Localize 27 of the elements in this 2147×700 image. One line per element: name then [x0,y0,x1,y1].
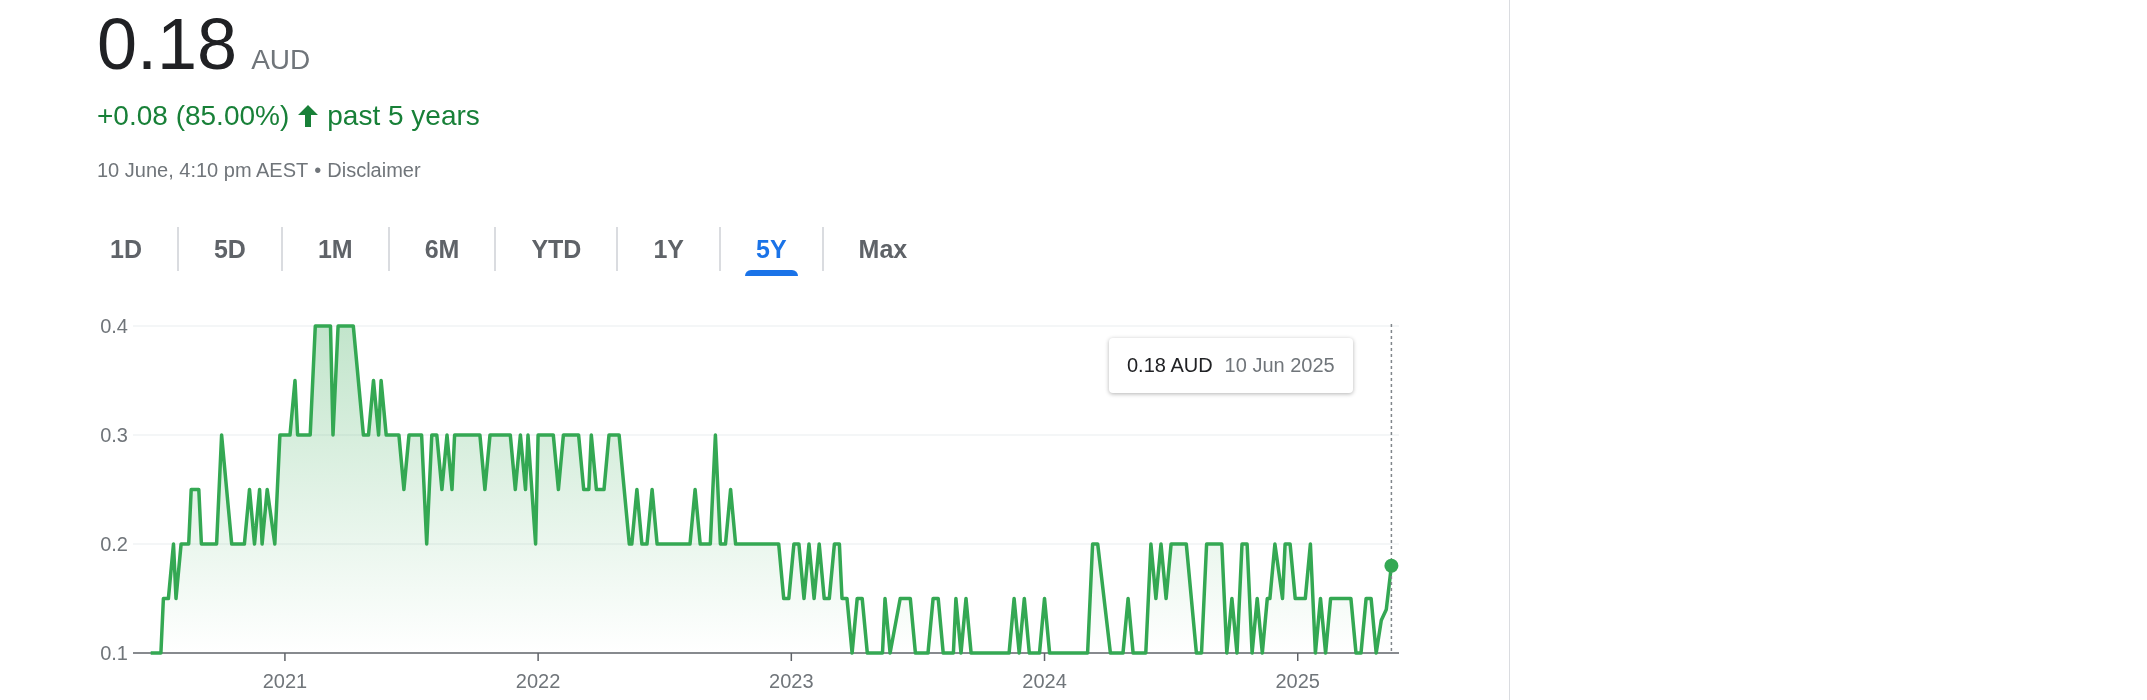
x-axis-label: 2022 [515,670,561,692]
price-value: 0.18 [97,4,238,84]
change-value: +0.08 (85.00%) [97,100,290,132]
y-axis-label: 0.4 [100,315,128,337]
range-tab[interactable]: 6M [389,225,495,273]
y-axis-label: 0.2 [100,533,128,555]
range-tab[interactable]: YTD [496,225,617,273]
tooltip-value: 0.18 AUD [1127,354,1213,377]
range-tab[interactable]: 1Y [618,225,719,273]
period-label: past 5 years [327,100,480,132]
y-axis-label: 0.3 [100,424,128,446]
timestamp: 10 June, 4:10 pm AEST [97,158,309,182]
range-tab[interactable]: 5D [178,225,281,273]
range-tab[interactable]: 1M [282,225,388,273]
currency-label: AUD [251,44,311,76]
tooltip-date: 10 Jun 2025 [1224,354,1335,377]
x-axis-label: 2023 [769,670,814,692]
x-axis-label: 2024 [1022,670,1067,692]
bullet-separator: • [314,158,322,182]
y-axis-label: 0.1 [100,642,128,664]
x-axis-label: 2025 [1275,670,1320,692]
disclaimer-link[interactable]: Disclaimer [327,158,421,182]
x-axis-label: 2021 [262,670,308,692]
range-tab[interactable]: 1D [97,225,177,273]
range-tab[interactable]: Max [823,225,943,273]
data-point-marker [1384,558,1399,573]
range-tab[interactable]: 5Y [721,225,822,273]
